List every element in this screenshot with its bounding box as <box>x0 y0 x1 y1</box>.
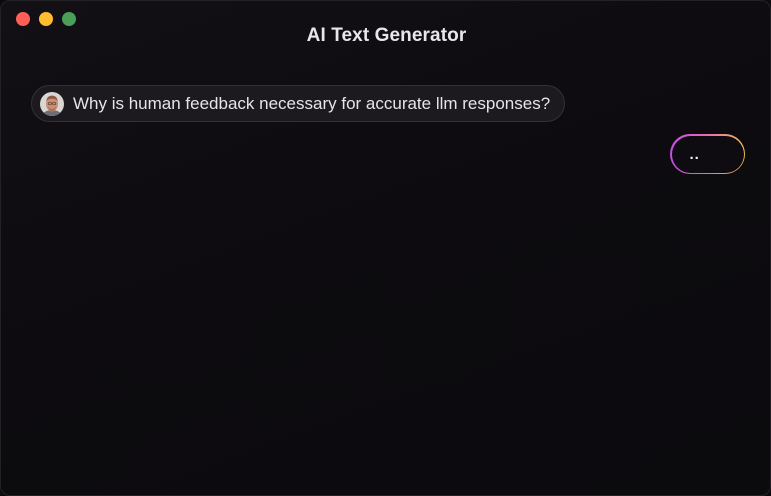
user-avatar <box>40 91 64 116</box>
maximize-icon[interactable] <box>62 12 76 26</box>
assistant-reply-bubble: .. <box>670 134 745 174</box>
close-icon[interactable] <box>16 12 30 26</box>
app-window: AI Text Generator Why is human feedback … <box>0 0 771 496</box>
window-title: AI Text Generator <box>306 25 467 46</box>
assistant-reply-text: .. <box>671 135 744 173</box>
user-message-text: Why is human feedback necessary for accu… <box>73 93 551 113</box>
window-controls <box>16 12 85 26</box>
user-message-bubble: Why is human feedback necessary for accu… <box>31 85 566 122</box>
minimize-icon[interactable] <box>39 12 53 26</box>
